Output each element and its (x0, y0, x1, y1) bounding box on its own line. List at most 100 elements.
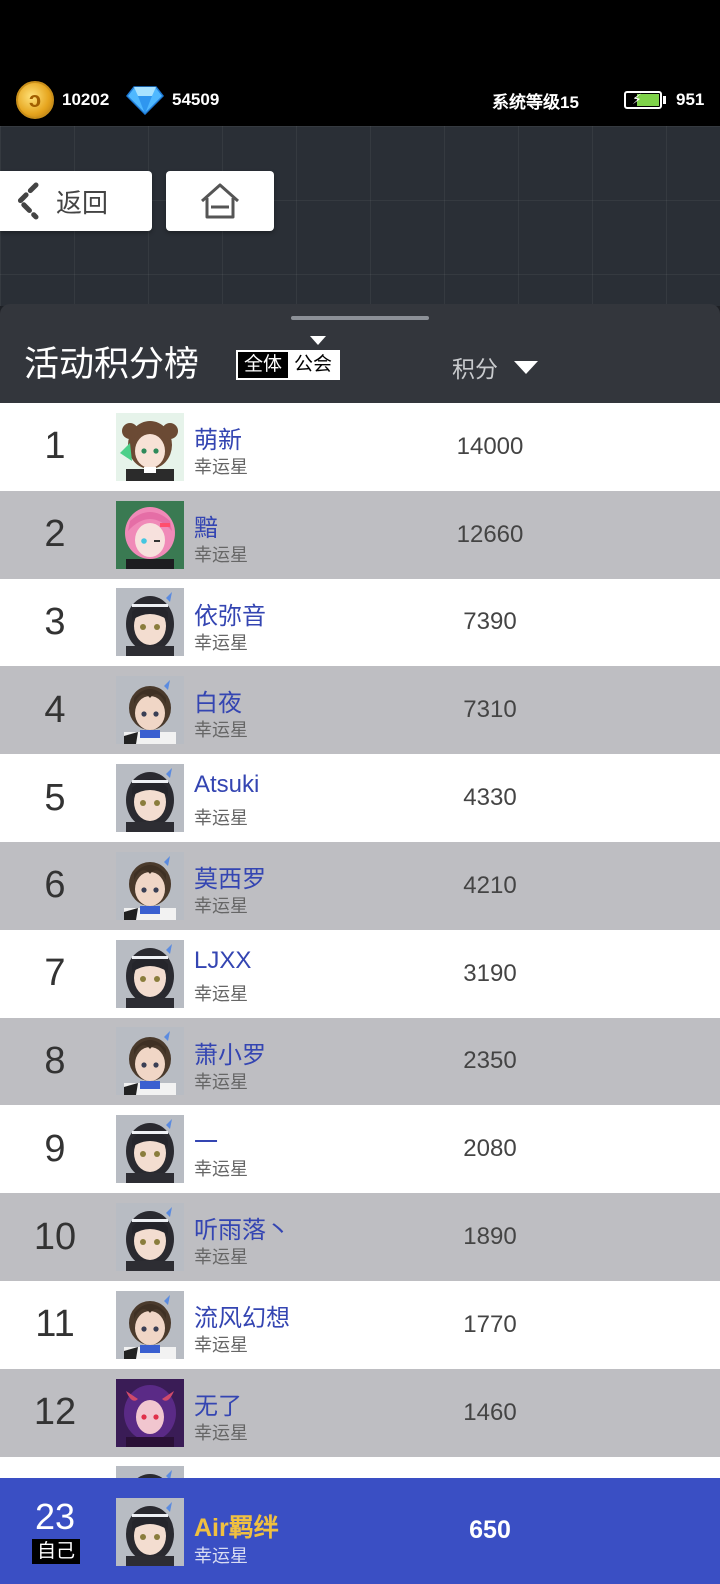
rank-number: 1 (44, 425, 66, 468)
player-avatar[interactable] (116, 500, 184, 569)
player-score: 7390 (463, 608, 517, 636)
player-title: 幸运星 (194, 983, 248, 1004)
system-level-text: 系统等级15 (492, 92, 579, 112)
player-score: 4210 (463, 871, 517, 899)
player-name: 依弥音 (194, 602, 266, 630)
status-strip (0, 0, 720, 74)
home-icon (201, 183, 239, 219)
player-title: 幸运星 (194, 1247, 248, 1268)
player-score: 14000 (456, 432, 524, 460)
player-score: 12660 (456, 520, 524, 548)
player-avatar[interactable] (116, 764, 184, 833)
rank-number: 7 (44, 952, 66, 995)
diamond-icon (126, 86, 164, 115)
player-title: 幸运星 (194, 720, 248, 741)
player-name: 黯 (194, 514, 218, 542)
back-button[interactable]: 返回 (0, 171, 152, 231)
leaderboard-row[interactable]: 12 无了 幸运星 1460 (0, 1368, 720, 1457)
self-avatar[interactable] (116, 1498, 184, 1566)
leaderboard-row[interactable]: 1 萌新幸运星 14000 (0, 403, 720, 491)
self-tag: 自己 (32, 1539, 80, 1564)
player-name: LJXX (194, 946, 252, 974)
score-sort-header[interactable]: 积分 (452, 350, 538, 384)
panel-drag-handle[interactable] (291, 316, 429, 320)
player-name: 萌新 (194, 427, 242, 454)
player-avatar[interactable] (116, 676, 184, 745)
coin-count: 10202 (62, 90, 110, 109)
player-score: 1770 (463, 1310, 517, 1338)
collapse-arrow-icon[interactable] (310, 336, 326, 345)
energy-count: 951 (676, 90, 705, 109)
gem-counter[interactable]: 54509 (126, 74, 219, 126)
leaderboard-row[interactable]: 7 LJXX 幸运星 3190 (0, 929, 720, 1018)
player-title: 幸运星 (194, 457, 248, 477)
player-title: 幸运星 (194, 1071, 248, 1092)
leaderboard-row[interactable]: 4 白夜 幸运星 7310 (0, 666, 720, 755)
player-title: 幸运星 (194, 544, 248, 565)
rank-number: 10 (33, 1215, 77, 1258)
player-score: 2350 (463, 1047, 517, 1075)
player-avatar[interactable] (116, 851, 184, 920)
player-name: 听雨落丶 (194, 1217, 290, 1245)
battery-icon: ⚡ (624, 91, 666, 109)
player-avatar[interactable] (116, 1466, 184, 1478)
leaderboard-row[interactable]: 5 Atsuki 幸运星 4330 (0, 754, 720, 842)
energy-counter[interactable]: ⚡ 951 (624, 74, 704, 126)
player-avatar[interactable] (116, 1115, 184, 1184)
panel-title: 活动积分榜 (24, 345, 200, 384)
player-title: 幸运星 (194, 808, 248, 829)
player-score: 1890 (463, 1223, 517, 1251)
player-avatar[interactable] (116, 588, 184, 657)
tab-guild[interactable]: 公会 (288, 352, 339, 378)
rank-number: 9 (44, 1127, 66, 1170)
self-score: 650 (469, 1516, 511, 1544)
back-label: 返回 (56, 187, 109, 218)
player-avatar[interactable] (116, 1290, 184, 1359)
leaderboard-list[interactable]: 1 萌新 幸运星 14000 2 黯幸运星 12660 3 依弥音 幸运星 7390 4 白夜 幸运星 73… (0, 403, 720, 1478)
player-avatar[interactable] (116, 939, 184, 1008)
rank-number: 2 (44, 513, 66, 556)
player-avatar[interactable] (116, 1378, 184, 1447)
player-name: 白夜 (194, 690, 242, 718)
leaderboard-row[interactable]: 11 流风幻想 幸运星 1770 (0, 1280, 720, 1369)
coin-counter[interactable]: ↄ 10202 (16, 74, 109, 126)
rank-number: 6 (44, 864, 66, 907)
leaderboard-row[interactable]: 2 黯幸运星 12660 (0, 490, 720, 579)
leaderboard-row[interactable]: 3 依弥音 幸运星 7390 (0, 578, 720, 667)
player-title: 幸运星 (194, 1159, 248, 1180)
player-name: 一 (194, 1129, 218, 1157)
player-avatar[interactable] (116, 1203, 184, 1272)
player-title: 幸运星 (194, 895, 248, 916)
player-name: Atsuki (194, 771, 260, 799)
chevron-left-icon (17, 182, 39, 220)
rank-number: 12 (33, 1391, 77, 1434)
player-avatar[interactable] (116, 412, 184, 481)
leaderboard-row[interactable]: 9 一幸运星 2080 (0, 1105, 720, 1194)
tab-all[interactable]: 全体 (238, 352, 289, 378)
leaderboard-row[interactable] (0, 1456, 720, 1478)
player-score: 4330 (463, 784, 517, 812)
self-rank: 23 (34, 1496, 76, 1537)
resource-bar: ↄ 10202 54509 系统等级15 ⚡ 951 (0, 74, 720, 126)
rank-number: 5 (44, 776, 66, 819)
self-rank-bar[interactable]: 23 自己 Air羁绊 幸运星 650 (0, 1478, 720, 1584)
home-button[interactable] (166, 171, 274, 231)
player-avatar[interactable] (116, 1027, 184, 1096)
system-level: 系统等级15 (492, 74, 579, 126)
sort-down-icon (514, 360, 538, 374)
leaderboard-row[interactable]: 10 听雨落丶 幸运星 1890 (0, 1193, 720, 1281)
leaderboard-row[interactable]: 6 莫西罗 幸运星 4210 (0, 841, 720, 930)
player-score: 1460 (463, 1398, 517, 1426)
score-header-label: 积分 (452, 356, 498, 382)
player-name: 莫西罗 (194, 865, 266, 893)
rank-number: 11 (35, 1303, 75, 1346)
player-score: 7310 (463, 696, 517, 724)
leaderboard-row[interactable]: 8 萧小罗 幸运星 2350 (0, 1017, 720, 1106)
scope-tabs: 全体 公会 (236, 350, 341, 380)
player-score: 2080 (463, 1135, 517, 1163)
gem-count: 54509 (172, 90, 220, 109)
player-title: 幸运星 (194, 1334, 248, 1355)
player-name: 无了 (194, 1392, 242, 1420)
rank-number: 3 (44, 600, 66, 643)
coin-icon: ↄ (16, 81, 54, 119)
